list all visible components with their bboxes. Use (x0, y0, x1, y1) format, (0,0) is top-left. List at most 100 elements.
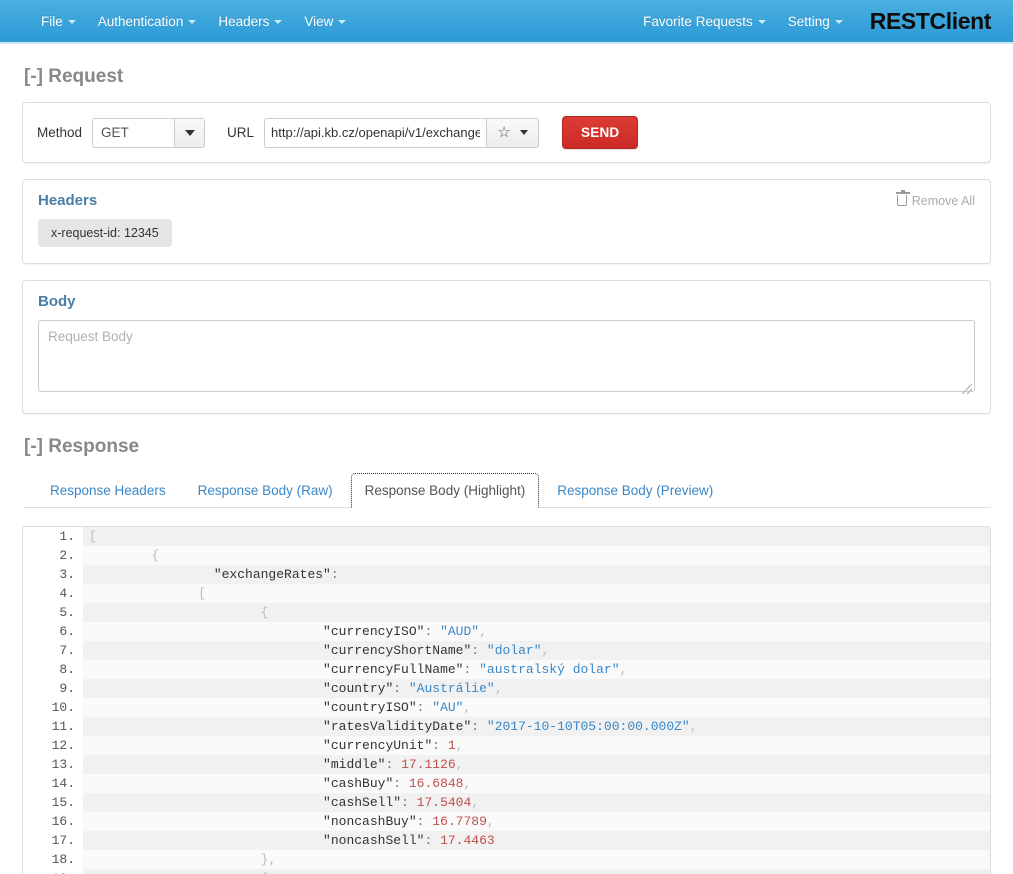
token-punct: { (260, 605, 269, 620)
headers-chip-list: x-request-id: 12345 (23, 219, 990, 263)
body-card-content (23, 320, 990, 413)
token-colon: : (471, 643, 487, 658)
menu-item-headers[interactable]: Headers (207, 8, 293, 35)
token-colon: : (416, 700, 433, 715)
token-num: 16.6848 (408, 776, 464, 791)
token-colon: : (432, 738, 448, 753)
nav-item-label: File (41, 13, 63, 29)
token-colon: : (393, 681, 409, 696)
caret-down-icon (338, 20, 347, 24)
response-tabs: Response Headers Response Body (Raw) Respo… (24, 472, 991, 508)
line-number: 1. (23, 527, 83, 546)
token-colon: : (385, 757, 402, 772)
code-line-text: "noncashSell": 17.4463 (83, 831, 990, 850)
line-number: 5. (23, 603, 83, 622)
header-chip[interactable]: x-request-id: 12345 (38, 219, 172, 247)
menu-item-view[interactable]: View (293, 8, 357, 35)
request-body-input[interactable] (38, 320, 975, 392)
url-addon-buttons[interactable]: ☆ (486, 117, 540, 148)
menu-item-favorite-requests[interactable]: Favorite Requests (632, 8, 777, 35)
request-collapse-toggle[interactable]: [-] (24, 66, 43, 87)
token-colon: : (424, 624, 441, 639)
menu-item-file[interactable]: File (30, 8, 87, 35)
response-section-header: [-] Response (24, 436, 991, 458)
remove-all-label: Remove All (911, 193, 975, 208)
request-section-label: Request (48, 66, 124, 87)
remove-all-headers-button[interactable]: Remove All (895, 190, 975, 208)
token-num: 1 (447, 738, 456, 753)
code-line-text: { (83, 603, 990, 622)
code-line: 18. }, (23, 850, 990, 869)
token-colon: : (393, 776, 409, 791)
code-line-text: [ (83, 584, 990, 603)
code-line-text: { (83, 546, 990, 565)
code-line: 6. "currencyISO": "AUD", (23, 622, 990, 641)
line-number: 12. (23, 736, 83, 755)
response-body-highlight-viewer[interactable]: 1.[2. {3. "exchangeRates": 4. [5. {6. "cu… (22, 526, 991, 874)
url-history-chevron-down-icon[interactable] (519, 130, 528, 135)
token-str: "AUD" (440, 624, 480, 639)
code-line-text: "cashBuy": 16.6848, (83, 774, 990, 793)
response-section-label: Response (48, 436, 140, 457)
code-lines-container: 1.[2. {3. "exchangeRates": 4. [5. {6. "cu… (23, 527, 990, 874)
token-punct: , (619, 662, 628, 677)
url-input-group: ☆ (264, 117, 540, 148)
tab-response-body-preview[interactable]: Response Body (Preview) (543, 473, 727, 508)
token-punct: , (486, 814, 495, 829)
token-colon: : (471, 719, 487, 734)
menu-item-authentication[interactable]: Authentication (87, 8, 208, 35)
token-punct: , (463, 700, 472, 715)
headers-card-header: Headers Remove All (23, 180, 990, 219)
code-line: 10. "countryISO": "AU", (23, 698, 990, 717)
token-num: 17.1126 (401, 757, 456, 772)
tab-response-body-highlight[interactable]: Response Body (Highlight) (350, 473, 540, 508)
url-input[interactable] (264, 117, 487, 148)
method-label: Method (37, 125, 83, 140)
code-line-text: "currencyShortName": "dolar", (83, 641, 990, 660)
body-card-title: Body (38, 293, 76, 310)
code-line: 14. "cashBuy": 16.6848, (23, 774, 990, 793)
token-punct: , (494, 681, 503, 696)
body-card: Body (22, 280, 991, 414)
token-punct: [ (198, 586, 207, 601)
nav-item-label: Authentication (97, 13, 184, 29)
token-key: "currencyISO" (323, 624, 425, 639)
code-line-text: "country": "Austrálie", (83, 679, 990, 698)
token-punct: [ (89, 529, 97, 544)
code-line-text: "countryISO": "AU", (83, 698, 990, 717)
token-key: "countryISO" (323, 700, 417, 715)
tab-response-body-raw[interactable]: Response Body (Raw) (184, 473, 347, 508)
url-label: URL (227, 125, 255, 140)
method-select-value: GET (101, 125, 129, 140)
method-select[interactable]: GET (92, 117, 206, 148)
response-collapse-toggle[interactable]: [-] (24, 436, 43, 457)
token-str: "dolar" (486, 643, 542, 658)
favorite-star-icon[interactable]: ☆ (497, 125, 510, 140)
token-punct: , (689, 719, 698, 734)
line-number: 9. (23, 679, 83, 698)
caret-down-icon (188, 20, 197, 24)
line-number: 13. (23, 755, 83, 774)
nav-item-label: View (304, 13, 334, 29)
token-colon: : (330, 567, 339, 582)
headers-card: Headers Remove All x-request-id: 12345 (22, 179, 991, 264)
token-punct: , (455, 738, 464, 753)
chevron-down-icon (174, 118, 205, 147)
line-number: 8. (23, 660, 83, 679)
send-button[interactable]: SEND (562, 116, 639, 149)
code-line: 11. "ratesValidityDate": "2017-10-10T05:… (23, 717, 990, 736)
code-line: 16. "noncashBuy": 16.7789, (23, 812, 990, 831)
menu-item-setting[interactable]: Setting (777, 8, 854, 35)
tab-response-headers[interactable]: Response Headers (36, 473, 180, 508)
token-num: 16.7789 (432, 814, 487, 829)
code-line-text: "cashSell": 17.5404, (83, 793, 990, 812)
body-textarea-wrapper (38, 320, 975, 397)
request-section-header: [-] Request (24, 66, 991, 88)
code-line: 19. { (23, 869, 990, 874)
line-number: 14. (23, 774, 83, 793)
app-brand[interactable]: RESTClient (854, 8, 995, 35)
line-number: 18. (23, 850, 83, 869)
navbar-right-menu: Favorite Requests Setting (632, 8, 854, 35)
token-punct: , (541, 643, 550, 658)
code-line: 4. [ (23, 584, 990, 603)
